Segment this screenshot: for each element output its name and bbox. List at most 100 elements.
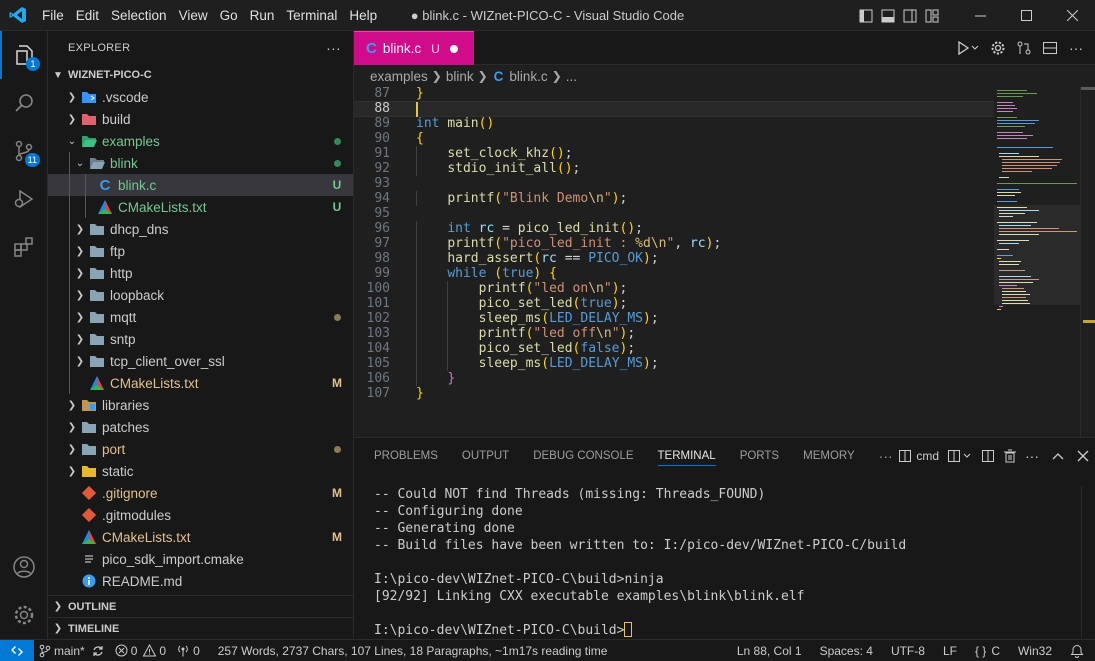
- tree-item-cmakelists-root[interactable]: CMakeLists.txt M: [48, 526, 353, 548]
- platform[interactable]: Win32: [1013, 640, 1057, 661]
- encoding[interactable]: UTF-8: [886, 640, 930, 661]
- open-changes-icon[interactable]: [1011, 40, 1037, 56]
- indent-guide: [447, 296, 448, 311]
- timeline-section[interactable]: ❯ TIMELINE: [48, 617, 353, 639]
- notifications-icon[interactable]: [1065, 640, 1089, 661]
- tree-item-loopback[interactable]: ❯ loopback: [48, 284, 353, 306]
- tree-item-examples[interactable]: ⌄ examples: [48, 130, 353, 152]
- tab-memory[interactable]: MEMORY: [803, 438, 855, 474]
- tree-item-cmakelists-examples[interactable]: CMakeLists.txt M: [48, 372, 353, 394]
- accounts-activity[interactable]: [0, 543, 48, 591]
- menu-go[interactable]: Go: [214, 0, 244, 31]
- tree-item-label: port: [102, 441, 126, 457]
- split-editor-icon[interactable]: [1037, 40, 1063, 56]
- breadcrumb-blink-c[interactable]: blink.c: [509, 69, 547, 84]
- settings-gear-icon[interactable]: [985, 40, 1011, 56]
- tree-item-mqtt[interactable]: ❯ mqtt: [48, 306, 353, 328]
- minimap-preview: [994, 90, 1080, 310]
- menu-selection[interactable]: Selection: [105, 0, 173, 31]
- code-text: printf("Blink Demo\n");: [447, 191, 628, 206]
- tab-terminal[interactable]: TERMINAL: [657, 438, 716, 474]
- close-window-icon[interactable]: [1049, 0, 1095, 31]
- tree-item-patches[interactable]: ❯ patches: [48, 416, 353, 438]
- tree-item-blink[interactable]: ⌄ blink: [48, 152, 353, 174]
- toggle-primary-sidebar-icon[interactable]: [855, 0, 877, 31]
- source-control-activity[interactable]: 11: [0, 127, 48, 175]
- customize-layout-icon[interactable]: [921, 0, 943, 31]
- code-editor[interactable]: 87} 88 89 int main() 90{91 set_clock_khz(); 9…: [354, 87, 994, 437]
- tree-item-ftp[interactable]: ❯ ftp: [48, 240, 353, 262]
- unsaved-dot-icon[interactable]: [449, 44, 458, 53]
- language-mode[interactable]: { } C: [970, 640, 1005, 661]
- more-actions-icon[interactable]: ···: [1063, 40, 1089, 56]
- run-debug-dropdown-icon[interactable]: [951, 40, 985, 56]
- indent-guide: [416, 296, 417, 311]
- chevron-right-icon: ❯: [551, 69, 562, 83]
- tree-item-libraries[interactable]: ❯ libraries: [48, 394, 353, 416]
- tree-item-vscode[interactable]: ❯ .vscode: [48, 86, 353, 108]
- close-panel-icon[interactable]: [1077, 450, 1089, 462]
- terminal-output[interactable]: -- Could NOT find Threads (missing: Thre…: [374, 486, 1074, 639]
- breadcrumb-examples[interactable]: examples: [370, 69, 428, 84]
- trash-icon[interactable]: [1003, 449, 1017, 463]
- tree-item-readme[interactable]: README.md: [48, 570, 353, 592]
- tab-blink-c[interactable]: C blink.c U: [354, 31, 474, 65]
- menu-help[interactable]: Help: [343, 0, 383, 31]
- end-of-line[interactable]: LF: [938, 640, 962, 661]
- tree-item-gitignore[interactable]: .gitignore M: [48, 482, 353, 504]
- tree-item-tcp-client-over-ssl[interactable]: ❯ tcp_client_over_ssl: [48, 350, 353, 372]
- menu-run[interactable]: Run: [244, 0, 281, 31]
- folder-icon: [80, 419, 98, 435]
- explorer-more-button[interactable]: ···: [326, 40, 341, 56]
- tree-item-dhcp-dns[interactable]: ❯ dhcp_dns: [48, 218, 353, 240]
- explorer-activity[interactable]: 1: [0, 31, 48, 79]
- more-terminal-actions[interactable]: ···: [1025, 448, 1039, 464]
- toggle-panel-icon[interactable]: [877, 0, 899, 31]
- menu-file[interactable]: File: [36, 0, 70, 31]
- breadcrumb-blink[interactable]: blink: [446, 69, 474, 84]
- menu-view[interactable]: View: [173, 0, 214, 31]
- maximize-icon[interactable]: [1003, 0, 1049, 31]
- tree-item-gitmodules[interactable]: .gitmodules: [48, 504, 353, 526]
- menu-terminal[interactable]: Terminal: [280, 0, 343, 31]
- problems-indicator[interactable]: 0 0: [110, 640, 171, 661]
- maximize-panel-icon[interactable]: [1051, 449, 1065, 463]
- search-activity[interactable]: [0, 79, 48, 127]
- tree-item-port[interactable]: ❯ port: [48, 438, 353, 460]
- workspace-root[interactable]: ▼ WIZNET-PICO-C: [48, 64, 353, 86]
- tab-ports[interactable]: PORTS: [740, 438, 779, 474]
- split-terminal-icon[interactable]: [947, 449, 973, 463]
- outline-section[interactable]: ❯ OUTLINE: [48, 595, 353, 617]
- terminal-shell-selector[interactable]: cmd: [898, 449, 939, 463]
- toggle-secondary-sidebar-icon[interactable]: [899, 0, 921, 31]
- tree-item-label: .gitmodules: [102, 507, 172, 523]
- tab-output[interactable]: OUTPUT: [462, 438, 509, 474]
- run-debug-activity[interactable]: [0, 175, 48, 223]
- tree-item-blink-c[interactable]: C blink.c U: [48, 174, 353, 196]
- split-view-icon[interactable]: [981, 449, 995, 463]
- indentation[interactable]: Spaces: 4: [815, 640, 878, 661]
- tree-item-pico-sdk-import[interactable]: pico_sdk_import.cmake: [48, 548, 353, 570]
- tree-item-static[interactable]: ❯ static: [48, 460, 353, 482]
- menu-edit[interactable]: Edit: [70, 0, 105, 31]
- minimap[interactable]: [994, 87, 1080, 437]
- tree-item-cmakelists-blink[interactable]: CMakeLists.txt U: [48, 196, 353, 218]
- breadcrumb-more[interactable]: ...: [566, 69, 577, 84]
- branch-indicator[interactable]: main*: [34, 640, 110, 661]
- tab-debug-console[interactable]: DEBUG CONSOLE: [533, 438, 633, 474]
- tab-problems[interactable]: PROBLEMS: [374, 438, 438, 474]
- git-file-icon: [80, 485, 98, 501]
- extensions-activity[interactable]: [0, 223, 48, 271]
- cursor-position[interactable]: Ln 88, Col 1: [732, 640, 807, 661]
- tree-item-http[interactable]: ❯ http: [48, 262, 353, 284]
- remote-indicator[interactable]: [0, 639, 34, 661]
- tree-item-sntp[interactable]: ❯ sntp: [48, 328, 353, 350]
- manage-activity[interactable]: [0, 591, 48, 639]
- tree-item-build[interactable]: ❯ build: [48, 108, 353, 130]
- terminal-scrollbar[interactable]: [1081, 486, 1095, 638]
- build-folder-icon: [80, 111, 98, 127]
- word-count[interactable]: 257 Words, 2737 Chars, 107 Lines, 18 Par…: [213, 640, 613, 661]
- minimize-icon[interactable]: [957, 0, 1003, 31]
- editor-scrollbar[interactable]: [1080, 87, 1095, 437]
- ports-indicator[interactable]: 0: [171, 640, 205, 661]
